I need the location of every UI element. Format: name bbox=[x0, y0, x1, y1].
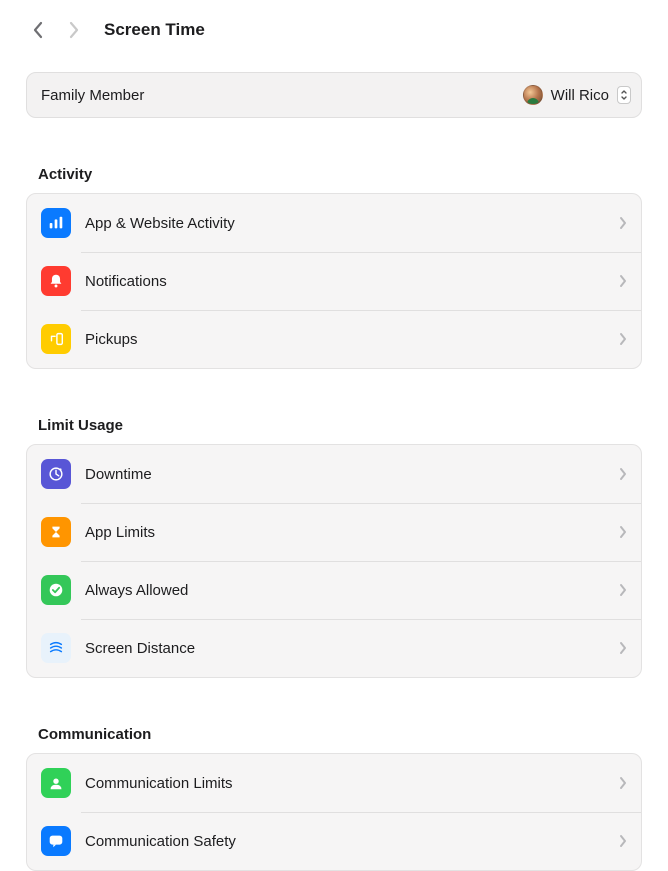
communication-group: Communication Limits Communication Safet… bbox=[26, 753, 642, 871]
back-button[interactable] bbox=[26, 16, 50, 44]
bubble-shield-icon bbox=[41, 826, 71, 856]
section-header-activity: Activity bbox=[38, 166, 642, 183]
row-label: App & Website Activity bbox=[85, 215, 619, 232]
chevron-right-icon bbox=[619, 274, 627, 288]
chevron-right-icon bbox=[619, 216, 627, 230]
family-member-selector[interactable]: Family Member Will Rico bbox=[26, 72, 642, 118]
header-bar: Screen Time bbox=[26, 0, 642, 60]
checkmark-seal-icon bbox=[41, 575, 71, 605]
row-label: Communication Safety bbox=[85, 833, 619, 850]
screen-distance-icon bbox=[41, 633, 71, 663]
bell-icon bbox=[41, 266, 71, 296]
pickups-icon bbox=[41, 324, 71, 354]
downtime-icon bbox=[41, 459, 71, 489]
row-label: Downtime bbox=[85, 466, 619, 483]
row-label: App Limits bbox=[85, 524, 619, 541]
family-member-dropdown[interactable]: Will Rico bbox=[523, 85, 631, 105]
page-title: Screen Time bbox=[104, 20, 205, 40]
chevron-right-icon bbox=[619, 583, 627, 597]
row-communication-safety[interactable]: Communication Safety bbox=[27, 812, 641, 870]
chevron-right-icon bbox=[619, 332, 627, 346]
hourglass-icon bbox=[41, 517, 71, 547]
family-member-label: Family Member bbox=[41, 87, 144, 104]
chart-bar-icon bbox=[41, 208, 71, 238]
chevron-right-icon bbox=[619, 467, 627, 481]
row-screen-distance[interactable]: Screen Distance bbox=[27, 619, 641, 677]
chevron-right-icon bbox=[619, 776, 627, 790]
selected-family-member-name: Will Rico bbox=[551, 87, 609, 104]
row-downtime[interactable]: Downtime bbox=[27, 445, 641, 503]
row-always-allowed[interactable]: Always Allowed bbox=[27, 561, 641, 619]
activity-group: App & Website Activity Notifications Pic… bbox=[26, 193, 642, 369]
limit-usage-group: Downtime App Limits Always Allowed Scree… bbox=[26, 444, 642, 678]
chevron-right-icon bbox=[619, 525, 627, 539]
row-label: Pickups bbox=[85, 331, 619, 348]
row-label: Communication Limits bbox=[85, 775, 619, 792]
row-pickups[interactable]: Pickups bbox=[27, 310, 641, 368]
avatar bbox=[523, 85, 543, 105]
row-label: Always Allowed bbox=[85, 582, 619, 599]
forward-button[interactable] bbox=[62, 16, 86, 44]
row-app-website-activity[interactable]: App & Website Activity bbox=[27, 194, 641, 252]
row-label: Screen Distance bbox=[85, 640, 619, 657]
row-notifications[interactable]: Notifications bbox=[27, 252, 641, 310]
chevron-right-icon bbox=[619, 641, 627, 655]
chevron-right-icon bbox=[619, 834, 627, 848]
section-header-communication: Communication bbox=[38, 726, 642, 743]
row-communication-limits[interactable]: Communication Limits bbox=[27, 754, 641, 812]
row-app-limits[interactable]: App Limits bbox=[27, 503, 641, 561]
dropdown-arrows-icon bbox=[617, 86, 631, 104]
row-label: Notifications bbox=[85, 273, 619, 290]
section-header-limit-usage: Limit Usage bbox=[38, 417, 642, 434]
person-bubble-icon bbox=[41, 768, 71, 798]
